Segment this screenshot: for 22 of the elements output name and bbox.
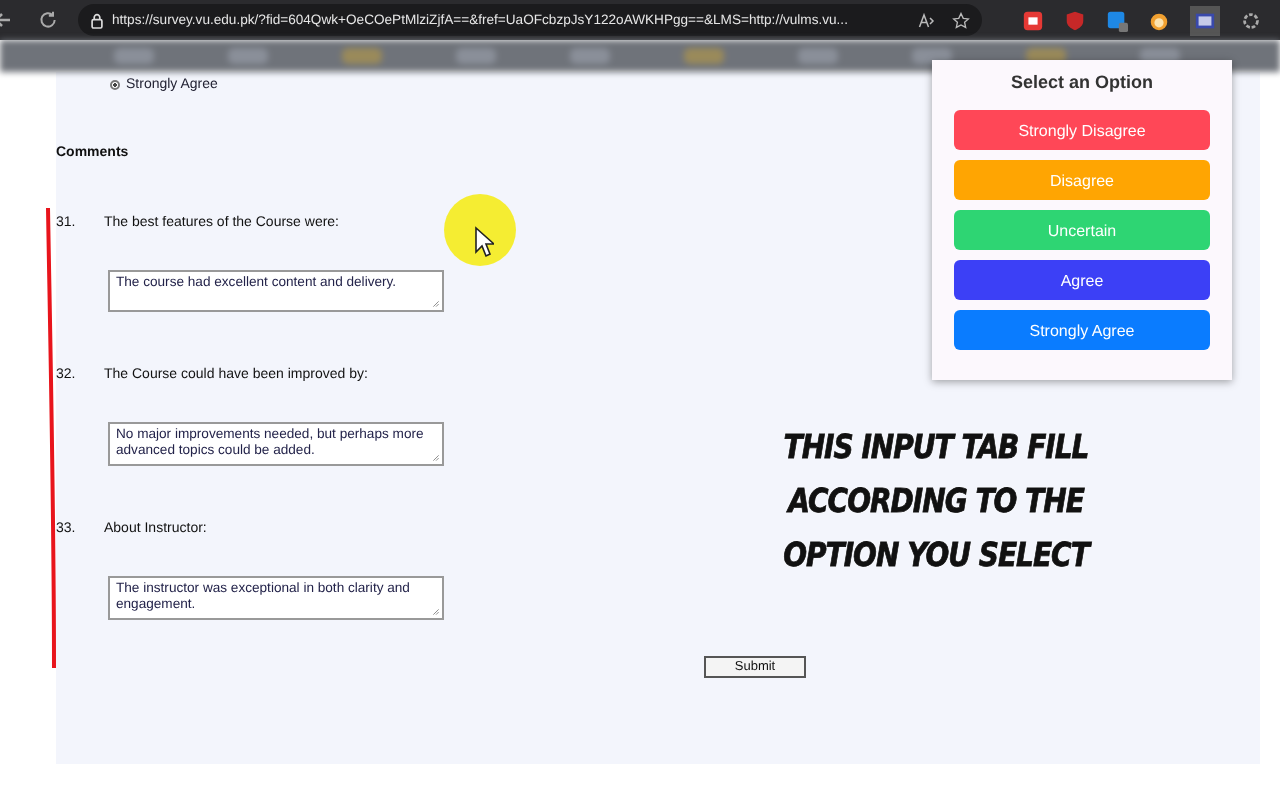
resize-handle-icon[interactable] bbox=[432, 300, 440, 308]
resize-handle-icon[interactable] bbox=[432, 454, 440, 462]
caption-line: ACCORDING TO THE bbox=[784, 480, 1087, 524]
extension-icon[interactable] bbox=[1190, 5, 1220, 35]
star-icon[interactable] bbox=[952, 11, 970, 29]
option-button[interactable]: Strongly Agree bbox=[954, 310, 1210, 350]
settings-icon[interactable] bbox=[1240, 9, 1262, 31]
lock-icon bbox=[90, 11, 104, 29]
popup-title: Select an Option bbox=[1008, 72, 1155, 92]
radio-button[interactable] bbox=[110, 80, 120, 90]
cursor-icon bbox=[474, 226, 494, 258]
resize-handle-icon[interactable] bbox=[432, 608, 440, 616]
extension-icon[interactable] bbox=[1022, 9, 1044, 31]
back-icon[interactable] bbox=[0, 10, 14, 30]
option-button[interactable]: Agree bbox=[954, 260, 1210, 300]
extension-icon[interactable] bbox=[1148, 9, 1170, 31]
shield-icon[interactable] bbox=[1064, 9, 1086, 31]
caption-line: OPTION YOU SELECT bbox=[783, 534, 1089, 578]
reload-icon[interactable] bbox=[38, 10, 58, 30]
cursor-highlight bbox=[440, 190, 520, 270]
read-aloud-icon[interactable] bbox=[918, 11, 936, 29]
caption-line: THIS INPUT TAB FILL bbox=[783, 426, 1089, 470]
